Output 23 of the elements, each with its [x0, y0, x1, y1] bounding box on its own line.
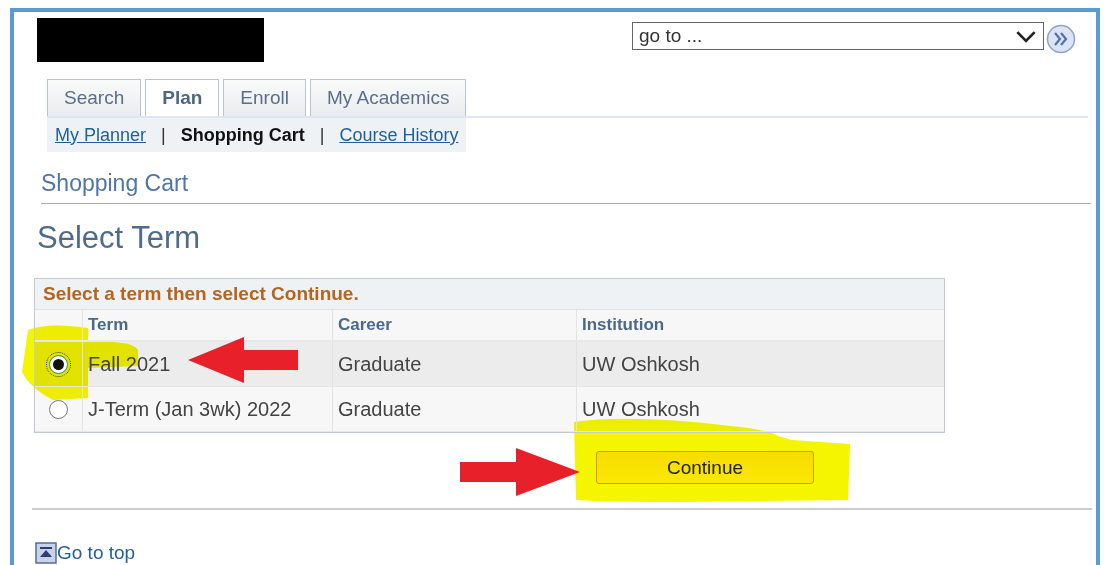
nav-link[interactable]: My Planner — [55, 124, 147, 146]
radio-button[interactable] — [49, 399, 68, 419]
dropdown-chevron-icon[interactable] — [1015, 29, 1037, 43]
separator: | — [319, 124, 325, 146]
table-caption: Select a term then select Continue. — [35, 279, 944, 310]
section-title: Select Term — [37, 220, 202, 256]
tab[interactable]: Search — [47, 79, 142, 116]
go-button[interactable] — [1046, 24, 1076, 54]
column-header: Institution — [576, 310, 944, 340]
go-to-top-link[interactable]: Go to top — [57, 542, 136, 564]
table-cell: UW Oshkosh — [576, 342, 944, 386]
nav-link[interactable]: Shopping Cart — [180, 124, 305, 146]
separator: | — [161, 124, 166, 146]
tab[interactable]: Plan — [145, 79, 220, 116]
tab[interactable]: My Academics — [309, 79, 467, 116]
go-to-top-icon[interactable] — [35, 542, 57, 564]
goto-select[interactable]: go to ... — [632, 22, 1044, 50]
tab[interactable]: Enroll — [223, 79, 306, 116]
table-cell: Graduate — [332, 342, 576, 386]
column-header: Career — [332, 310, 576, 340]
page-title: Shopping Cart — [41, 170, 190, 197]
continue-button[interactable]: Continue — [596, 451, 814, 484]
nav-link[interactable]: Course History — [339, 124, 459, 146]
